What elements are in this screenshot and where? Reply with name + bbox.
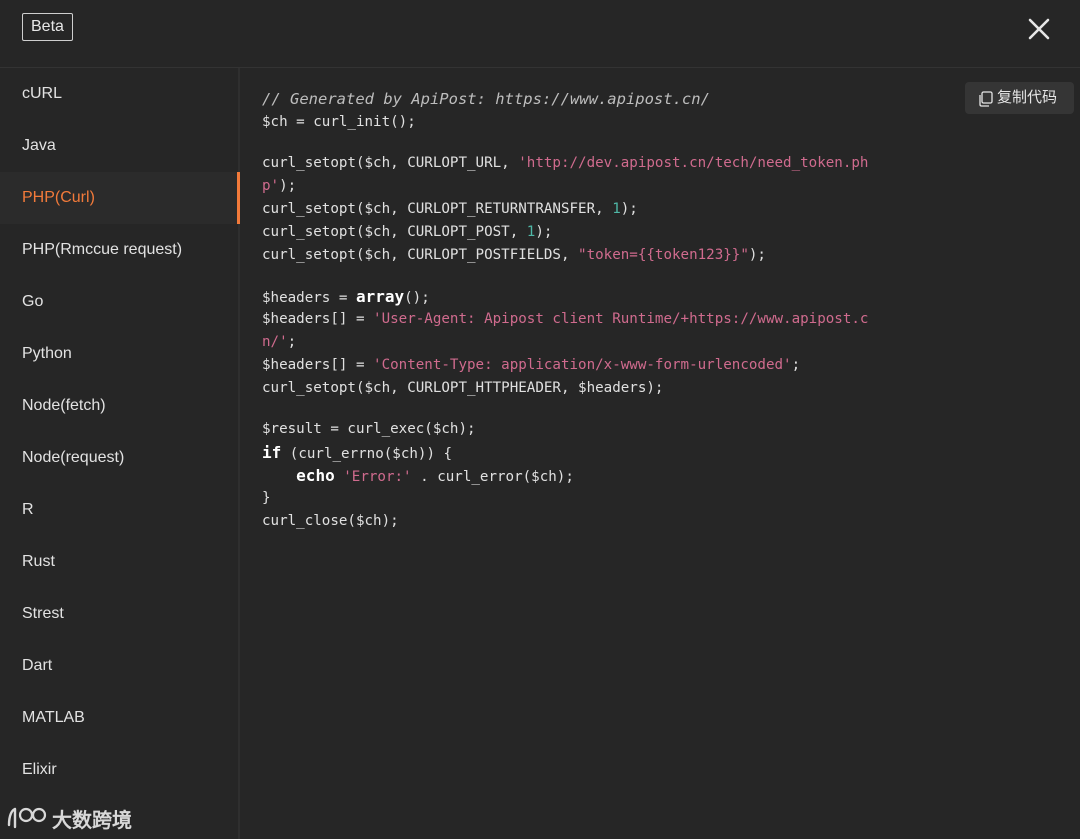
code-line: if (curl_errno($ch)) { — [262, 441, 962, 464]
copy-icon — [979, 91, 993, 107]
logo-icon — [7, 807, 47, 829]
code-line: } — [262, 490, 271, 506]
code-line: curl_setopt($ch, CURLOPT_POST, 1); — [262, 221, 962, 244]
code-text: ; — [791, 357, 801, 373]
code-line: n/'; — [262, 331, 962, 354]
code-string: p' — [262, 178, 280, 194]
code-text: (curl_errno($ch)) { — [281, 446, 453, 462]
code-keyword: array — [355, 287, 405, 306]
code-text: curl_setopt($ch, CURLOPT_URL, — [262, 155, 519, 171]
code-panel: 复制代码 // Generated by ApiPost: https://ww… — [240, 68, 1080, 839]
sidebar-item-node-request[interactable]: Node(request) — [0, 432, 238, 484]
code-line: curl_setopt($ch, CURLOPT_URL, 'http://de… — [262, 152, 962, 175]
code-text: $headers[] = — [262, 357, 374, 373]
code-comment: // Generated by ApiPost: https://www.api… — [262, 90, 710, 108]
code-text: . curl_error($ch); — [411, 469, 574, 485]
sidebar-item-dart[interactable]: Dart — [0, 640, 238, 692]
code-keyword: echo — [296, 466, 335, 485]
code-line: $headers[] = 'Content-Type: application/… — [262, 354, 962, 377]
code-string: "token={{token123}}" — [578, 247, 749, 263]
code-string: 'User-Agent: Apipost client Runtime/+htt… — [373, 311, 869, 327]
copy-code-label: 复制代码 — [997, 89, 1058, 106]
code-string: 'Error:' — [343, 469, 412, 485]
code-line: $ch = curl_init(); — [262, 114, 416, 130]
sidebar-item-php-curl[interactable]: PHP(Curl) — [0, 172, 240, 224]
code-string: n/' — [262, 334, 288, 350]
sidebar-item-curl[interactable]: cURL — [0, 68, 238, 120]
code-text: curl_setopt($ch, CURLOPT_POST, — [262, 224, 527, 240]
close-icon[interactable] — [1024, 14, 1054, 44]
sidebar-item-matlab[interactable]: MATLAB — [0, 692, 238, 744]
code-line: $headers = array(); — [262, 285, 962, 308]
sidebar-item-java[interactable]: Java — [0, 120, 238, 172]
sidebar-item-r[interactable]: R — [0, 484, 238, 536]
code-line: curl_setopt($ch, CURLOPT_HTTPHEADER, $he… — [262, 380, 664, 396]
code-number: 1 — [612, 201, 621, 217]
code-line: echo 'Error:' . curl_error($ch); — [262, 464, 962, 487]
top-bar: Beta — [0, 0, 1080, 68]
sidebar-item-python[interactable]: Python — [0, 328, 238, 380]
code-text: ); — [620, 201, 638, 217]
code-block: // Generated by ApiPost: https://www.api… — [262, 88, 962, 533]
code-line: $result = curl_exec($ch); — [262, 421, 476, 437]
sidebar-item-strest[interactable]: Strest — [0, 588, 238, 640]
code-text: ); — [279, 178, 297, 194]
sidebar-item-php-rmccue-request[interactable]: PHP(Rmccue request) — [0, 224, 238, 276]
code-text: (); — [404, 290, 430, 306]
code-text: $headers = — [262, 290, 356, 306]
code-line: p'); — [262, 175, 962, 198]
code-text: curl_setopt($ch, CURLOPT_RETURNTRANSFER, — [262, 201, 613, 217]
language-sidebar: cURL Java PHP(Curl) PHP(Rmccue request) … — [0, 68, 240, 839]
code-line: curl_setopt($ch, CURLOPT_RETURNTRANSFER,… — [262, 198, 962, 221]
code-string: 'Content-Type: application/x-www-form-ur… — [373, 357, 792, 373]
watermark-text: 大数跨境 — [52, 809, 132, 832]
code-string: 'http://dev.apipost.cn/tech/need_token.p… — [518, 155, 869, 171]
sidebar-item-node-fetch[interactable]: Node(fetch) — [0, 380, 238, 432]
sidebar-item-rust[interactable]: Rust — [0, 536, 238, 588]
code-line: // Generated by ApiPost: https://www.api… — [262, 88, 962, 111]
beta-badge: Beta — [22, 13, 73, 41]
code-line: curl_setopt($ch, CURLOPT_POSTFIELDS, "to… — [262, 244, 962, 267]
sidebar-item-go[interactable]: Go — [0, 276, 238, 328]
code-line: curl_close($ch); — [262, 513, 399, 529]
watermark: 大数跨境 — [6, 803, 132, 833]
code-text: ); — [535, 224, 553, 240]
sidebar-item-elixir[interactable]: Elixir — [0, 744, 238, 796]
code-line: $headers[] = 'User-Agent: Apipost client… — [262, 308, 962, 331]
code-text: ; — [287, 334, 297, 350]
code-text: $headers[] = — [262, 311, 374, 327]
copy-code-button[interactable]: 复制代码 — [965, 82, 1074, 114]
code-text: curl_setopt($ch, CURLOPT_POSTFIELDS, — [262, 247, 579, 263]
code-text: ); — [748, 247, 766, 263]
code-keyword: if — [262, 443, 282, 462]
